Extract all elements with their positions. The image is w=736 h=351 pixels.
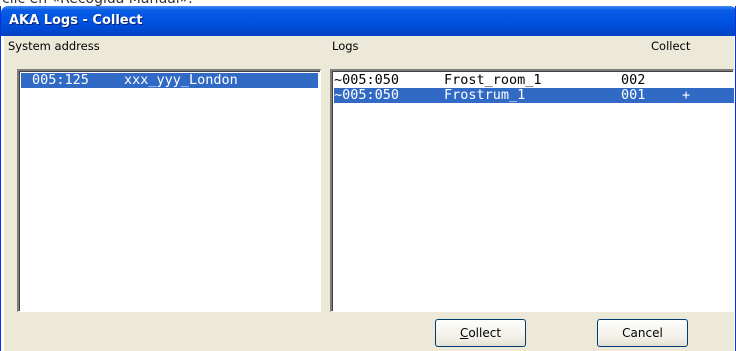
system-name-value: xxx_yyy_London (124, 72, 238, 88)
log-name: Frostrum_1 (444, 87, 526, 103)
title-bar[interactable]: AKA Logs - Collect (1, 6, 735, 36)
list-item[interactable]: ~005:050 Frostrum_1 001 + (334, 88, 734, 103)
dialog-window: AKA Logs - Collect System address 005:12… (0, 6, 736, 351)
logs-header: Logs (332, 39, 359, 53)
system-address-header: System address (8, 39, 100, 53)
collect-button[interactable]: Collect (435, 319, 526, 347)
log-address: ~005:050 (334, 87, 400, 103)
collect-header: Collect (651, 39, 691, 53)
log-address: ~005:050 (334, 72, 400, 88)
system-address-value: 005:125 (32, 72, 89, 88)
logs-list[interactable]: ~005:050 Frost_room_1 002 ~005:050 Frost… (330, 69, 734, 312)
system-address-list[interactable]: 005:125 xxx_yyy_London (17, 69, 321, 312)
log-count: 001 (621, 87, 646, 103)
cancel-button[interactable]: Cancel (597, 319, 688, 347)
list-item[interactable]: ~005:050 Frost_room_1 002 (334, 73, 734, 88)
dialog-client-area: System address 005:125 xxx_yyy_London Lo… (4, 36, 734, 351)
window-title: AKA Logs - Collect (9, 13, 143, 28)
list-item[interactable]: 005:125 xxx_yyy_London (21, 73, 318, 88)
log-count: 002 (621, 72, 646, 88)
log-name: Frost_room_1 (444, 72, 542, 88)
collect-label: ollect (468, 326, 502, 340)
log-collect-mark: + (682, 87, 691, 103)
